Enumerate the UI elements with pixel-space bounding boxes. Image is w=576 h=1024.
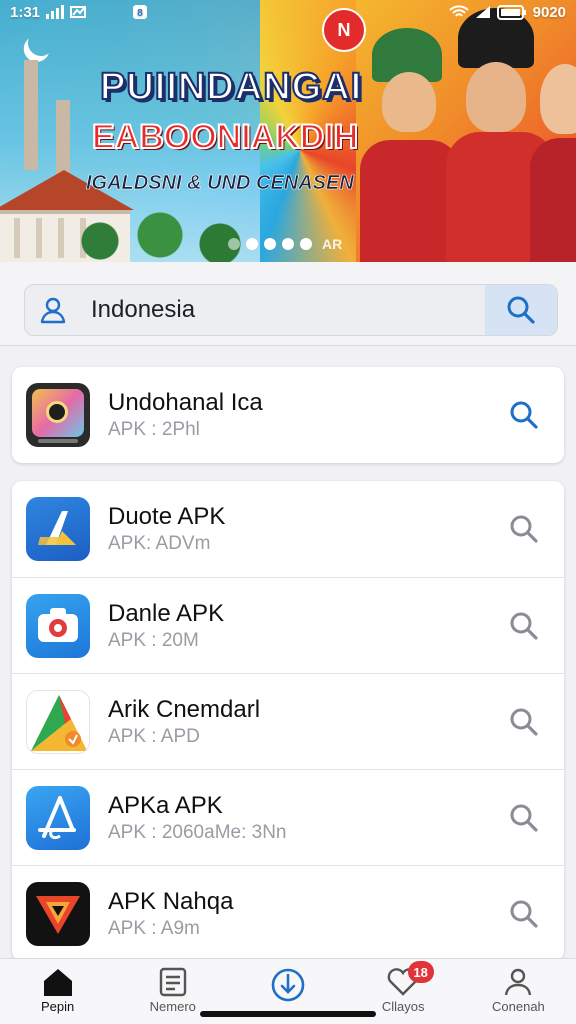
search-icon — [510, 612, 538, 640]
app-size: APK : APD — [108, 725, 200, 747]
app-notify-icon: 8 — [133, 5, 148, 19]
row-search-button[interactable] — [494, 884, 554, 944]
banner-title-line1: PUIINDANGAI — [99, 65, 363, 109]
document-list-icon — [159, 967, 186, 997]
app-text: Arik Cnemdarl APK : APD — [108, 695, 494, 749]
nav-label: Pepin — [40, 999, 75, 1014]
nav-label: Nemero — [149, 999, 196, 1014]
battery-icon — [496, 4, 526, 20]
featured-app-row[interactable]: Undohanal Ica APK : 2Phl — [12, 367, 564, 463]
list-item[interactable]: Duote APK APK: ADVm — [12, 481, 564, 577]
dart-launcher-icon — [26, 497, 90, 561]
carousel-dot-active[interactable] — [246, 238, 258, 250]
app-size: APK : 20M — [108, 629, 199, 651]
trees — [60, 205, 260, 262]
app-text: APKa APK APK : 2060aMe: 3Nn — [108, 791, 494, 845]
search-button[interactable] — [485, 285, 557, 335]
promo-banner[interactable]: N PUIINDANGAI EABOONIAKDIH IGALDSNI & UN… — [0, 0, 576, 262]
app-name: Arik Cnemdarl — [108, 695, 261, 723]
nav-profile[interactable]: Conenah — [461, 959, 576, 1024]
app-name: Danle APK — [108, 599, 225, 627]
battery-text: 9020 — [532, 3, 566, 21]
search-icon — [507, 296, 535, 324]
video-app-icon — [26, 383, 90, 447]
camera-pin-icon — [26, 593, 90, 658]
app-size: APK : 2Phl — [108, 419, 200, 440]
app-store-a-icon — [26, 785, 90, 850]
person-face-left — [382, 72, 436, 132]
user-icon[interactable] — [25, 285, 81, 335]
notification-badge: 18 — [407, 961, 434, 983]
nav-label: Conenah — [492, 999, 545, 1014]
featured-app-text: Undohanal Ica APK : 2Phl — [108, 388, 494, 442]
search-icon — [510, 515, 538, 543]
person-face-center — [466, 62, 526, 132]
app-size: APK : 2060aMe: 3Nn — [108, 821, 287, 843]
list-item[interactable]: Arik Cnemdarl APK : APD — [12, 673, 564, 769]
profile-icon — [505, 968, 532, 996]
list-item[interactable]: Danle APK APK : 20M — [12, 577, 564, 673]
row-search-button[interactable] — [494, 499, 554, 559]
building-column — [14, 218, 20, 258]
search-bar[interactable] — [24, 284, 558, 336]
app-name: Duote APK — [108, 503, 226, 530]
app-name: APK Nahqa — [108, 887, 234, 915]
app-name: Undohanal Ica — [108, 389, 263, 416]
app-name: APKa APK — [108, 791, 223, 819]
list-item[interactable]: APKa APK APK : 2060aMe: 3Nn — [12, 769, 564, 865]
list-item[interactable]: APK Nahqa APK : A9m — [12, 865, 564, 961]
carousel-label: AR — [322, 236, 343, 252]
row-search-button[interactable] — [494, 692, 554, 752]
carousel-dot[interactable] — [264, 238, 276, 250]
banner-title-line2: EABOONIAKDIH — [91, 117, 359, 157]
status-bar: 1:31 8 9020 — [0, 0, 576, 24]
search-icon — [510, 401, 538, 429]
search-icon — [510, 708, 538, 736]
app-text: Duote APK APK: ADVm — [108, 502, 494, 556]
download-circle-icon — [271, 968, 305, 1002]
notification-icon — [70, 6, 87, 18]
carousel-dot[interactable] — [228, 238, 240, 250]
multicolor-a-icon — [26, 689, 90, 754]
cellular-icon — [475, 6, 490, 18]
building-column — [36, 218, 42, 258]
app-size: APK : A9m — [108, 917, 200, 939]
status-time: 1:31 — [10, 3, 41, 21]
app-text: APK Nahqa APK : A9m — [108, 887, 494, 941]
search-section — [0, 262, 576, 346]
search-input[interactable] — [81, 285, 485, 335]
featured-search-button[interactable] — [494, 385, 554, 445]
nav-label: Cllayos — [381, 999, 425, 1014]
person-body-left — [360, 140, 460, 262]
nav-home[interactable]: Pepin — [0, 959, 115, 1024]
row-search-button[interactable] — [494, 596, 554, 656]
home-indicator[interactable] — [200, 1011, 376, 1017]
svg-text:8: 8 — [137, 8, 143, 19]
carousel-dots[interactable]: AR — [228, 236, 342, 252]
carousel-dot[interactable] — [300, 238, 312, 250]
search-icon — [510, 900, 538, 928]
search-icon — [510, 804, 538, 832]
featured-card: Undohanal Ica APK : 2Phl — [12, 367, 564, 463]
row-search-button[interactable] — [494, 788, 554, 848]
shield-logo-icon — [26, 881, 90, 946]
signal-icon — [46, 5, 65, 19]
banner-subtitle: IGALDSNI & UND CENASEN — [86, 172, 354, 195]
minaret-left — [24, 60, 38, 170]
app-size: APK: ADVm — [108, 533, 211, 554]
app-list-card: Duote APK APK: ADVm Danle APK APK : 20M … — [12, 481, 564, 961]
app-text: Danle APK APK : 20M — [108, 599, 494, 653]
carousel-dot[interactable] — [282, 238, 294, 250]
home-icon — [43, 969, 72, 996]
person-body-right — [530, 138, 576, 262]
wifi-icon — [448, 5, 469, 17]
